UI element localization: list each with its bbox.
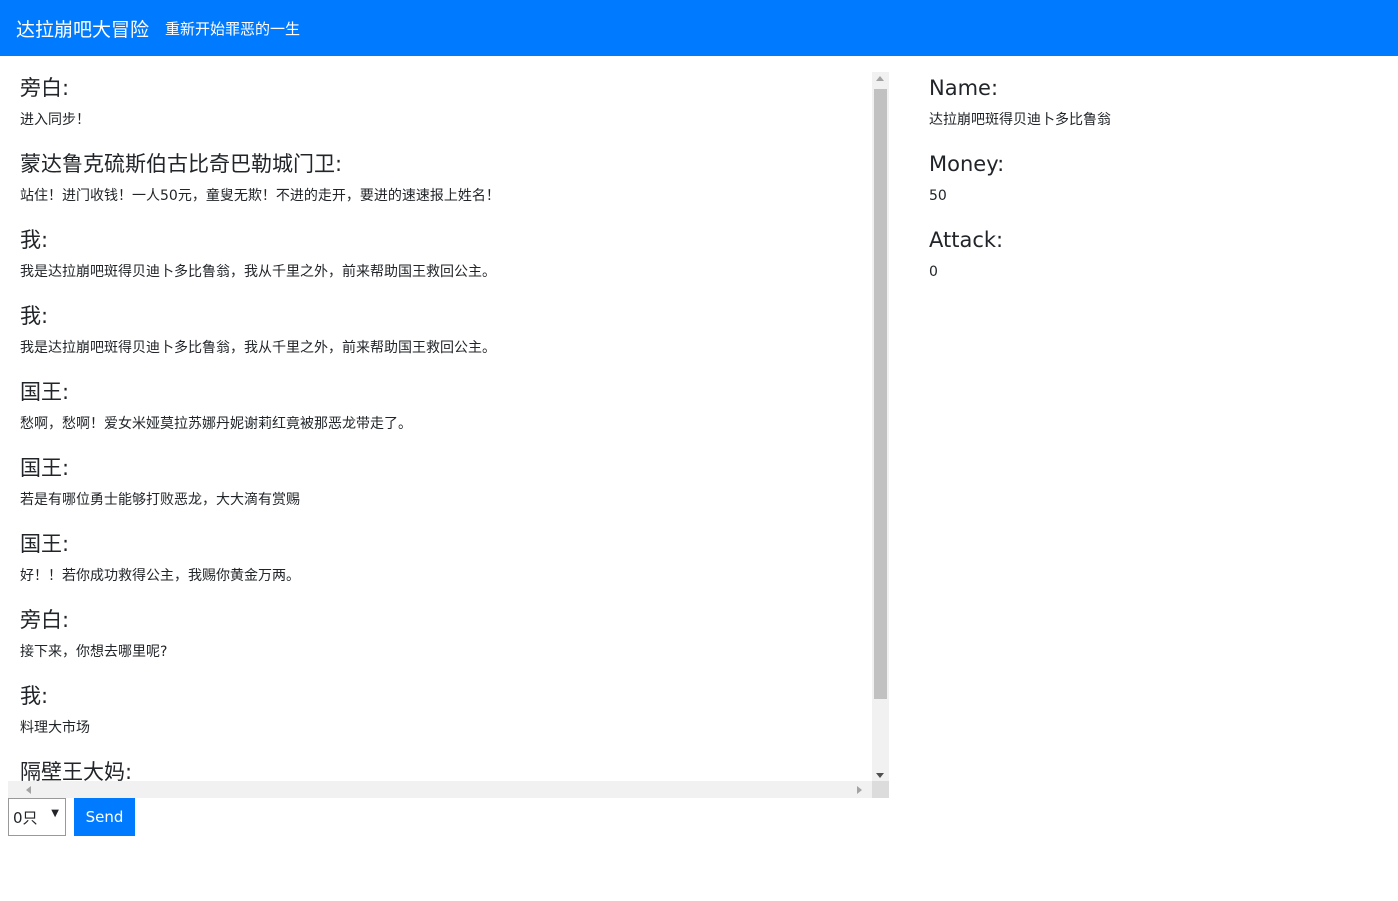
navbar: 达拉崩吧大冒险 重新开始罪恶的一生 bbox=[0, 0, 1398, 56]
attack-label: Attack: bbox=[929, 228, 1004, 252]
dialog-message: 国王: 好！！若你成功救得公主，我赐你黄金万两。 bbox=[20, 528, 870, 604]
scroll-left-icon[interactable] bbox=[26, 786, 31, 794]
dialog-message: 蒙达鲁克硫斯伯古比奇巴勒城门卫: 站住！进门收钱！一人50元，童叟无欺！不进的走… bbox=[20, 148, 870, 224]
scrollbar-corner bbox=[872, 781, 889, 798]
speaker-name: 国王: bbox=[20, 532, 70, 556]
brand-title[interactable]: 达拉崩吧大冒险 bbox=[16, 15, 149, 42]
name-label: Name: bbox=[929, 76, 999, 100]
horizontal-scrollbar[interactable] bbox=[8, 781, 872, 798]
input-controls: 0只 ▼ Send bbox=[8, 798, 135, 836]
message-text: 接下来，你想去哪里呢? bbox=[20, 644, 168, 660]
dialog-message: 旁白: 进入同步！ bbox=[20, 72, 870, 148]
speaker-name: 隔壁王大妈: bbox=[20, 760, 133, 781]
dialog-message: 隔壁王大妈: bbox=[20, 756, 870, 781]
scroll-right-icon[interactable] bbox=[857, 786, 862, 794]
dialog-message: 我: 我是达拉崩吧斑得贝迪卜多比鲁翁，我从千里之外，前来帮助国王救回公主。 bbox=[20, 300, 870, 376]
message-text: 料理大市场 bbox=[20, 720, 90, 736]
message-text: 愁啊，愁啊！爱女米娅莫拉苏娜丹妮谢莉红竟被那恶龙带走了。 bbox=[20, 416, 412, 432]
speaker-name: 蒙达鲁克硫斯伯古比奇巴勒城门卫: bbox=[20, 152, 343, 176]
dialog-message: 国王: 若是有哪位勇士能够打败恶龙，大大滴有赏赐 bbox=[20, 452, 870, 528]
message-text: 站住！进门收钱！一人50元，童叟无欺！不进的走开，要进的速速报上姓名！ bbox=[20, 188, 500, 204]
dialog-log[interactable]: 旁白: 进入同步！ 蒙达鲁克硫斯伯古比奇巴勒城门卫: 站住！进门收钱！一人50元… bbox=[8, 72, 889, 798]
scroll-thumb[interactable] bbox=[874, 89, 887, 699]
vertical-scrollbar[interactable] bbox=[872, 72, 889, 798]
speaker-name: 旁白: bbox=[20, 608, 70, 632]
message-text: 我是达拉崩吧斑得贝迪卜多比鲁翁，我从千里之外，前来帮助国王救回公主。 bbox=[20, 340, 496, 356]
speaker-name: 我: bbox=[20, 228, 49, 252]
dialog-message: 我: 我是达拉崩吧斑得贝迪卜多比鲁翁，我从千里之外，前来帮助国王救回公主。 bbox=[20, 224, 870, 300]
message-text: 我是达拉崩吧斑得贝迪卜多比鲁翁，我从千里之外，前来帮助国王救回公主。 bbox=[20, 264, 496, 280]
send-button[interactable]: Send bbox=[74, 798, 135, 836]
option-select[interactable]: 0只 ▼ bbox=[8, 798, 66, 836]
speaker-name: 我: bbox=[20, 684, 49, 708]
stats-panel: Name: 达拉崩吧斑得贝迪卜多比鲁翁 Money: 50 Attack: 0 bbox=[929, 72, 1379, 300]
caret-down-icon: ▼ bbox=[51, 808, 59, 819]
scroll-down-icon[interactable] bbox=[876, 773, 884, 778]
message-text: 好！！若你成功救得公主，我赐你黄金万两。 bbox=[20, 568, 300, 584]
dialog-message: 国王: 愁啊，愁啊！爱女米娅莫拉苏娜丹妮谢莉红竟被那恶龙带走了。 bbox=[20, 376, 870, 452]
message-text: 若是有哪位勇士能够打败恶龙，大大滴有赏赐 bbox=[20, 492, 300, 508]
dialog-message: 旁白: 接下来，你想去哪里呢? bbox=[20, 604, 870, 680]
message-text: 进入同步！ bbox=[20, 112, 90, 128]
dialog-log-content: 旁白: 进入同步！ 蒙达鲁克硫斯伯古比奇巴勒城门卫: 站住！进门收钱！一人50元… bbox=[20, 72, 870, 781]
money-label: Money: bbox=[929, 152, 1005, 176]
speaker-name: 旁白: bbox=[20, 76, 70, 100]
speaker-name: 我: bbox=[20, 304, 49, 328]
scroll-up-icon[interactable] bbox=[876, 76, 884, 81]
restart-link[interactable]: 重新开始罪恶的一生 bbox=[165, 18, 300, 39]
money-value: 50 bbox=[929, 188, 947, 204]
dialog-message: 我: 料理大市场 bbox=[20, 680, 870, 756]
attack-value: 0 bbox=[929, 264, 938, 280]
name-value: 达拉崩吧斑得贝迪卜多比鲁翁 bbox=[929, 112, 1111, 128]
speaker-name: 国王: bbox=[20, 456, 70, 480]
speaker-name: 国王: bbox=[20, 380, 70, 404]
select-value: 0只 bbox=[13, 809, 38, 827]
